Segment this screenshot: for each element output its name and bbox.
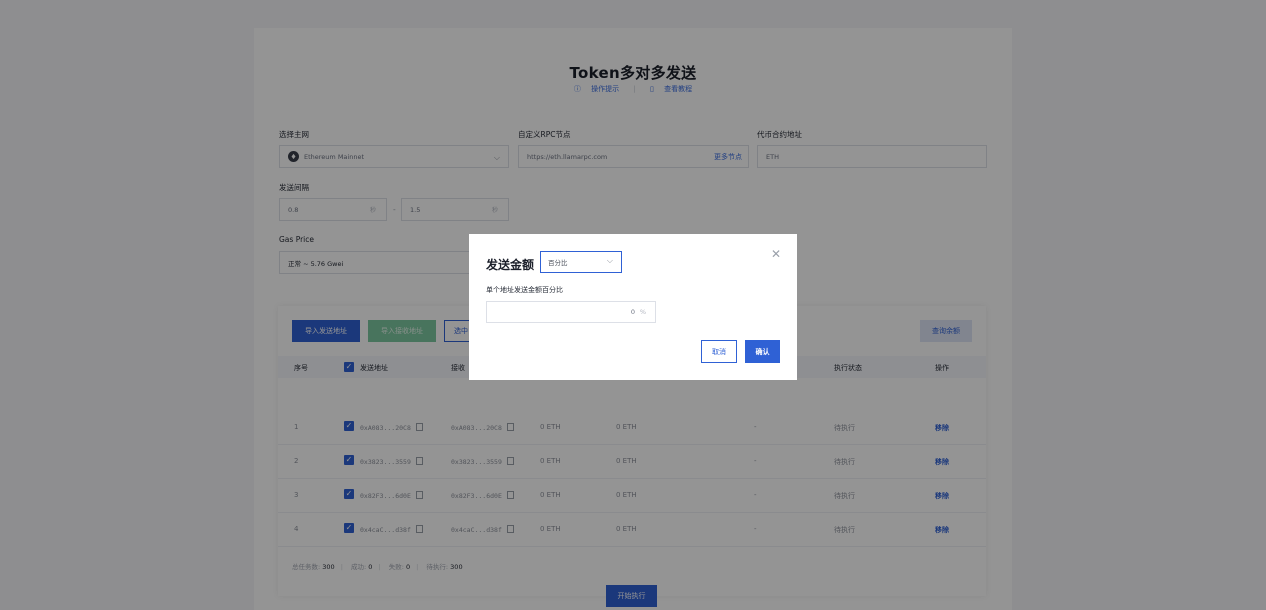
amount-label: 单个地址发送金额百分比 xyxy=(486,286,563,294)
amount-mode-select[interactable]: 百分比 ⌵ xyxy=(540,251,622,273)
send-amount-modal: 发送金额 百分比 ⌵ ✕ 单个地址发送金额百分比 0 % 取消 确认 xyxy=(469,234,797,380)
modal-title: 发送金额 xyxy=(486,258,535,272)
chevron-down-icon: ⌵ xyxy=(606,256,613,265)
amount-input[interactable]: 0 % xyxy=(486,301,656,323)
confirm-button[interactable]: 确认 xyxy=(745,340,780,363)
percent-unit: % xyxy=(639,308,646,316)
close-icon[interactable]: ✕ xyxy=(771,247,781,261)
cancel-button[interactable]: 取消 xyxy=(701,340,737,363)
amount-value: 0 xyxy=(630,308,635,316)
amount-mode-value: 百分比 xyxy=(548,259,568,267)
